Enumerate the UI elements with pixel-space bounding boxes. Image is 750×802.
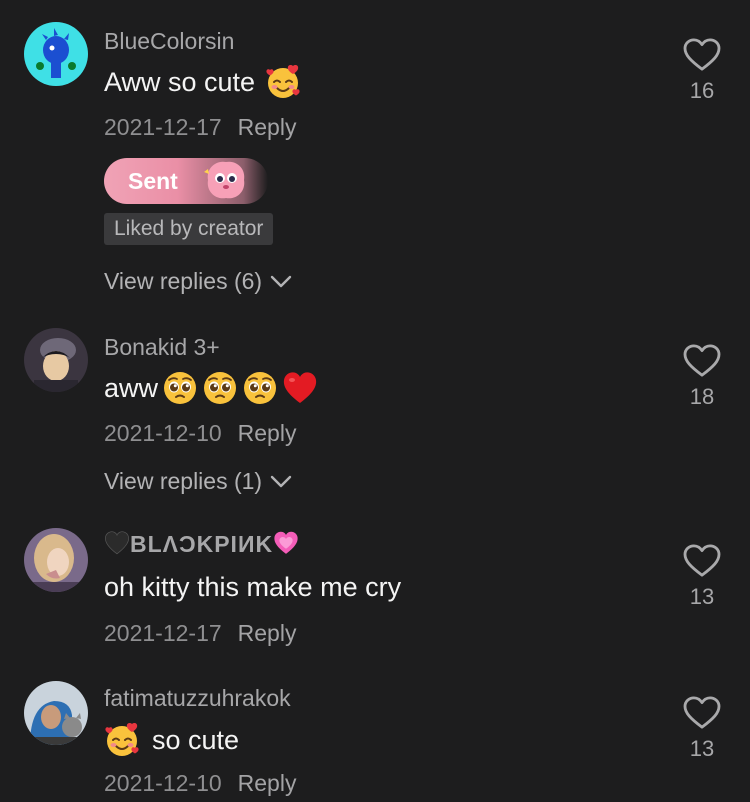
like-count: 13: [689, 584, 715, 609]
comment-date: 2021-12-17: [104, 620, 222, 646]
avatar[interactable]: [24, 328, 88, 392]
comment-date: 2021-12-10: [104, 420, 222, 446]
comment-text-body: oh kitty this make me cry: [104, 572, 402, 602]
heart-outline-icon: [683, 696, 721, 730]
gift-sent-label: Sent: [128, 167, 178, 194]
comment-text: so cute: [104, 722, 239, 758]
like-count: 16: [689, 78, 715, 103]
comment-username-text: BLΛƆKPIИK: [130, 531, 274, 557]
comment-username[interactable]: BLΛƆKPIИK: [104, 530, 299, 558]
like-button[interactable]: 13: [682, 696, 722, 762]
like-button[interactable]: 18: [682, 344, 722, 410]
comment-username[interactable]: fatimatuzzuhrakok: [104, 685, 291, 712]
comment-date: 2021-12-17: [104, 114, 222, 140]
pleading-face-emoji: [202, 370, 238, 406]
view-replies-label: View replies (6): [104, 268, 263, 294]
comment-meta: 2021-12-17 Reply: [104, 114, 296, 141]
reply-button[interactable]: Reply: [238, 620, 297, 646]
pink-blob-sticker-icon: [204, 161, 245, 199]
black-heart-emoji: [104, 530, 130, 556]
heart-outline-icon: [683, 38, 721, 72]
view-replies-label: View replies (1): [104, 468, 263, 494]
heart-outline-icon: [683, 344, 721, 378]
comment-meta: 2021-12-10 Reply: [104, 420, 296, 447]
growing-heart-emoji: [273, 530, 299, 556]
reply-button[interactable]: Reply: [238, 114, 297, 140]
comment-text-body: Aww so cute: [104, 66, 256, 97]
reply-button[interactable]: Reply: [238, 770, 297, 796]
avatar[interactable]: [24, 528, 88, 592]
avatar[interactable]: [24, 681, 88, 745]
view-replies-button[interactable]: View replies (6): [104, 268, 292, 295]
view-replies-button[interactable]: View replies (1): [104, 468, 292, 495]
reply-button[interactable]: Reply: [238, 420, 297, 446]
comment-text: aww: [104, 370, 318, 406]
like-button[interactable]: 13: [682, 544, 722, 610]
like-count: 13: [689, 736, 715, 761]
comment-meta: 2021-12-17 Reply: [104, 620, 296, 647]
pleading-face-emoji: [242, 370, 278, 406]
liked-by-creator-badge: Liked by creator: [104, 213, 274, 245]
comment-username[interactable]: Bonakid 3+: [104, 334, 220, 361]
avatar[interactable]: [24, 22, 88, 86]
comment-text: oh kitty this make me cry: [104, 572, 401, 603]
comment-text-body: so cute: [152, 724, 240, 755]
smiling-face-with-hearts-emoji: [265, 64, 301, 100]
comment-meta: 2021-12-10 Reply: [104, 770, 296, 797]
gift-sent-pill[interactable]: Sent: [104, 158, 268, 204]
comment-text-body: aww: [104, 372, 159, 403]
comment-username[interactable]: BlueColorsin: [104, 28, 234, 55]
smiling-face-with-hearts-emoji: [104, 722, 140, 758]
like-button[interactable]: 16: [682, 38, 722, 104]
comment-date: 2021-12-10: [104, 770, 222, 796]
chevron-down-icon: [270, 475, 292, 489]
chevron-down-icon: [270, 275, 292, 289]
like-count: 18: [689, 384, 715, 409]
pleading-face-emoji: [162, 370, 198, 406]
comment-text: Aww so cute: [104, 64, 301, 100]
heart-outline-icon: [683, 544, 721, 578]
red-heart-emoji: [282, 370, 318, 406]
